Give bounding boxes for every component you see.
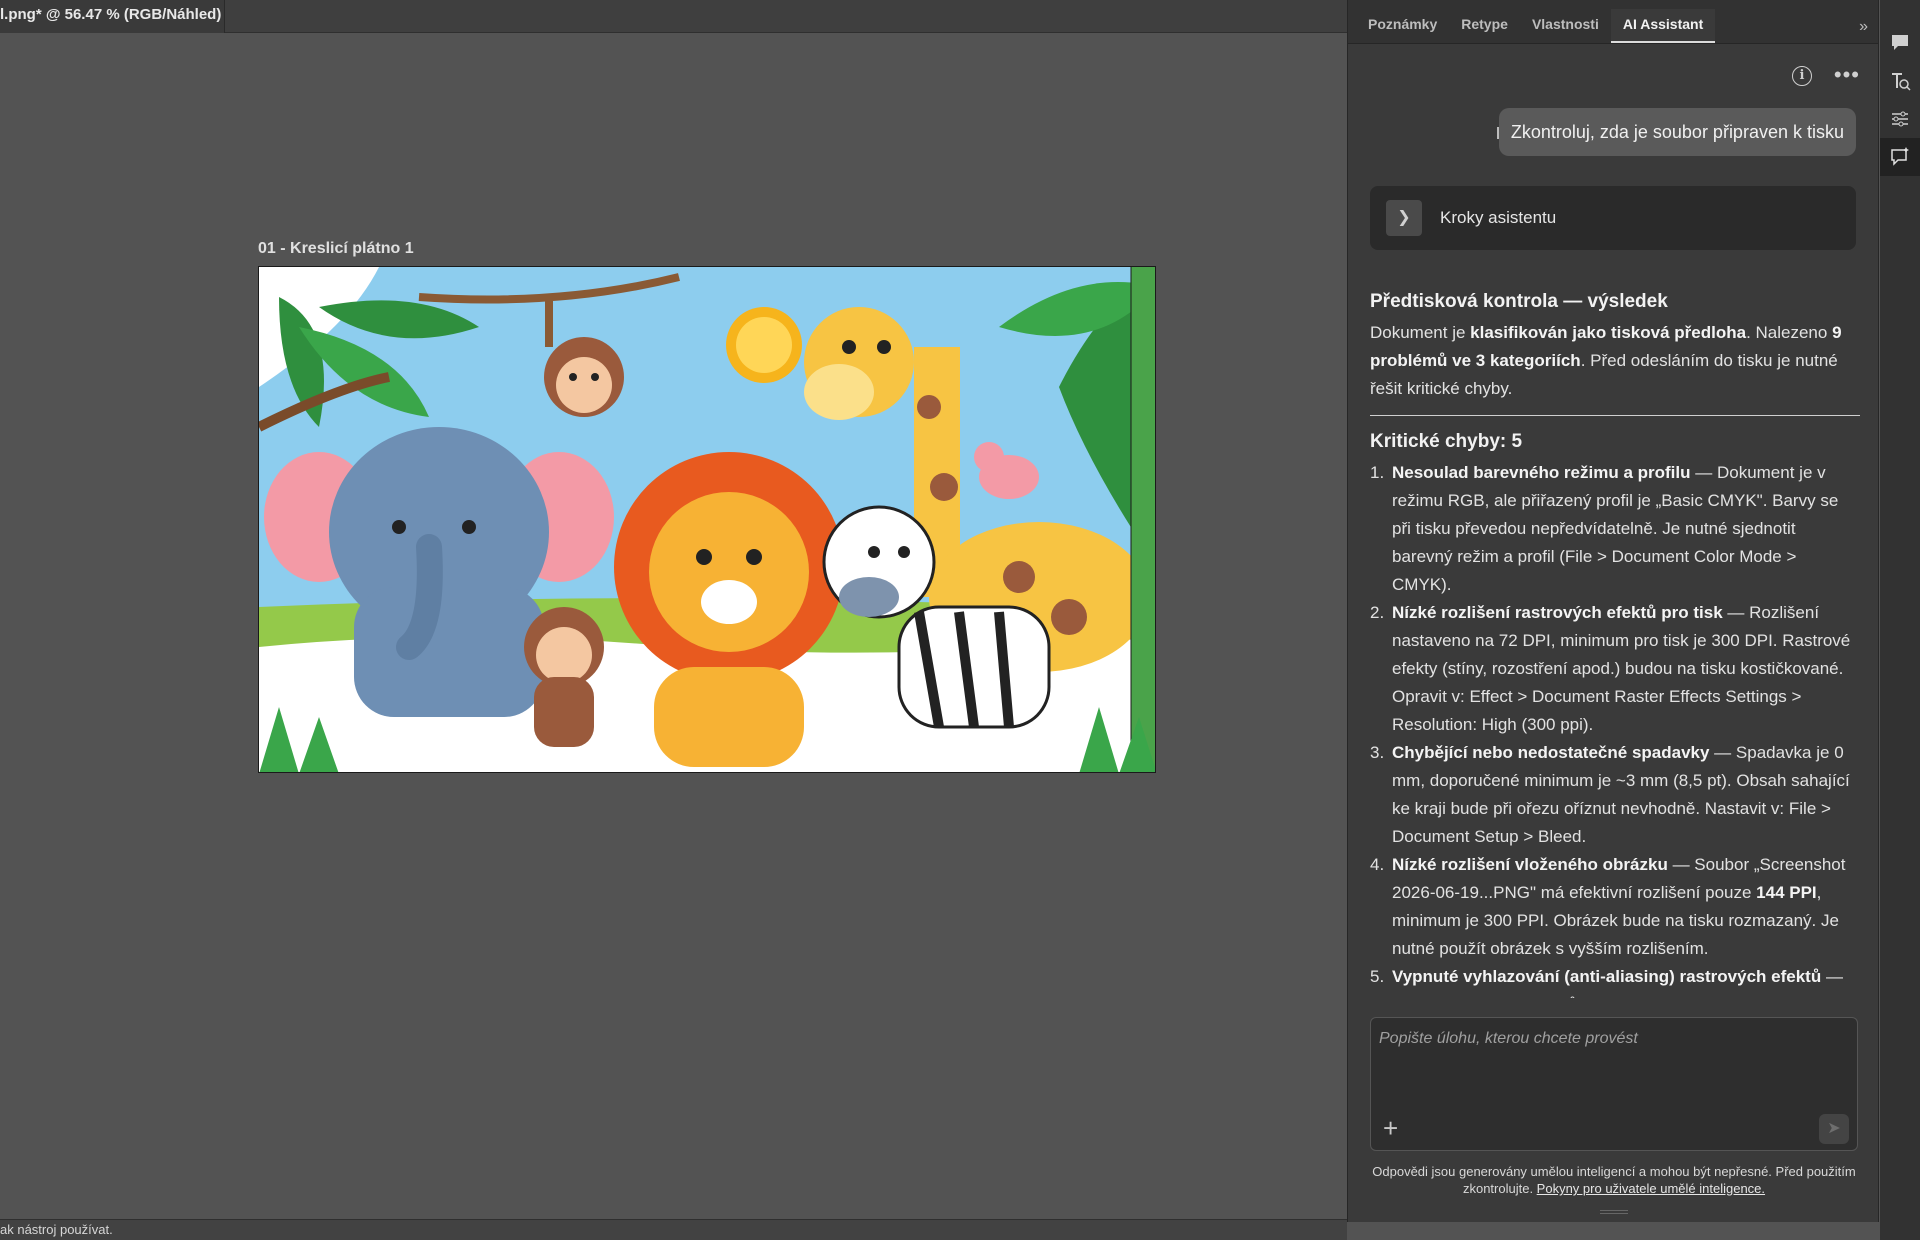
item-heading: Chybějící nebo nedostatečné spadavky bbox=[1392, 743, 1710, 762]
item-text: Nízké rozlišení vloženého obrázku — Soub… bbox=[1392, 851, 1860, 963]
item-body: — Dokument je v režimu RGB, ale přiřazen… bbox=[1392, 463, 1839, 594]
list-item: 3. Chybějící nebo nedostatečné spadavky —… bbox=[1370, 739, 1860, 851]
tab-vlastnosti[interactable]: Vlastnosti bbox=[1520, 9, 1611, 43]
ai-chat-sparkle-icon bbox=[1891, 147, 1909, 166]
divider bbox=[1370, 415, 1860, 416]
item-heading: Nízké rozlišení rastrových efektů pro ti… bbox=[1392, 603, 1723, 622]
assistant-response: Předtisková kontrola — výsledek Dokument… bbox=[1370, 288, 1860, 998]
item-number: 2. bbox=[1370, 603, 1385, 622]
critical-errors-list: 1. Nesoulad barevného režimu a profilu — … bbox=[1370, 459, 1860, 998]
right-toolbar bbox=[1880, 0, 1920, 1240]
list-item: 4. Nízké rozlišení vloženého obrázku — So… bbox=[1370, 851, 1860, 963]
tab-retype[interactable]: Retype bbox=[1449, 9, 1520, 43]
item-text: Nízké rozlišení rastrových efektů pro ti… bbox=[1392, 599, 1860, 739]
user-message-bubble: Zkontroluj, zda je soubor připraven k ti… bbox=[1498, 108, 1856, 156]
document-tab-title: l.png* @ 56.47 % (RGB/Náhled) bbox=[0, 6, 222, 23]
prompt-input[interactable] bbox=[1379, 1030, 1849, 1090]
item-text: Chybějící nebo nedostatečné spadavky — S… bbox=[1392, 739, 1860, 851]
send-button[interactable]: ➤ bbox=[1819, 1114, 1849, 1144]
item-number: 4. bbox=[1370, 855, 1385, 874]
sliders-icon bbox=[1892, 111, 1908, 127]
item-number: 1. bbox=[1370, 463, 1385, 482]
list-item: 5. Vypnuté vyhlazování (anti-aliasing) ra… bbox=[1370, 963, 1860, 998]
item-number: 5. bbox=[1370, 967, 1385, 986]
item-heading: Nízké rozlišení vloženého obrázku bbox=[1392, 855, 1668, 874]
list-item: 1. Nesoulad barevného režimu a profilu — … bbox=[1370, 459, 1860, 599]
artboard-canvas[interactable] bbox=[258, 266, 1156, 773]
ai-guidelines-link[interactable]: Pokyny pro uživatele umělé inteligence. bbox=[1537, 1181, 1765, 1196]
collapse-panel-icon[interactable]: » bbox=[1859, 18, 1868, 36]
retype-icon[interactable] bbox=[1880, 62, 1920, 100]
item-body-bold: 144 PPI bbox=[1756, 883, 1817, 902]
document-tab[interactable]: l.png* @ 56.47 % (RGB/Náhled) bbox=[0, 0, 225, 33]
comments-icon[interactable] bbox=[1880, 24, 1920, 62]
more-options-icon[interactable]: ••• bbox=[1834, 62, 1860, 88]
critical-errors-title: Kritické chyby: 5 bbox=[1370, 431, 1523, 452]
tab-ai-assistant[interactable]: AI Assistant bbox=[1610, 9, 1716, 43]
item-text: Nesoulad barevného režimu a profilu — Do… bbox=[1392, 459, 1860, 599]
status-text: ak nástroj používat. bbox=[0, 1222, 113, 1237]
ai-assistant-panel: Poznámky Retype Vlastnosti AI Assistant … bbox=[1347, 0, 1879, 1222]
panel-tab-bar: Poznámky Retype Vlastnosti AI Assistant … bbox=[1348, 0, 1878, 44]
comment-bubble-icon bbox=[1892, 35, 1908, 50]
jungle-animals-illustration bbox=[259, 267, 1155, 772]
tab-bar bbox=[225, 0, 1347, 33]
item-text: Vypnuté vyhlazování (anti-aliasing) rast… bbox=[1392, 963, 1860, 998]
properties-icon[interactable] bbox=[1880, 100, 1920, 138]
result-title: Předtisková kontrola — výsledek bbox=[1370, 291, 1668, 312]
item-body: — Rozlišení nastaveno na 72 DPI, minimum… bbox=[1392, 603, 1851, 734]
item-number: 3. bbox=[1370, 743, 1385, 762]
summary-text: Dokument je bbox=[1370, 323, 1471, 342]
assistant-steps-toggle[interactable]: ❯ Kroky asistentu bbox=[1370, 186, 1856, 250]
panel-actions: i ••• bbox=[1348, 44, 1878, 108]
user-message-row: Zkontroluj, zda je soubor připraven k ti… bbox=[1348, 108, 1878, 186]
info-icon[interactable]: i bbox=[1792, 66, 1812, 86]
ai-disclaimer: Odpovědi jsou generovány umělou intelige… bbox=[1370, 1163, 1858, 1197]
ai-assistant-icon[interactable] bbox=[1880, 138, 1920, 176]
summary-text: . Nalezeno bbox=[1746, 323, 1833, 342]
result-summary: Dokument je klasifikován jako tisková př… bbox=[1370, 319, 1860, 403]
assistant-steps-label: Kroky asistentu bbox=[1440, 208, 1557, 227]
list-item: 2. Nízké rozlišení rastrových efektů pro … bbox=[1370, 599, 1860, 739]
tab-poznamky[interactable]: Poznámky bbox=[1356, 9, 1449, 43]
prompt-input-box: + ➤ bbox=[1370, 1017, 1858, 1151]
artboard-label: 01 - Kreslicí plátno 1 bbox=[258, 240, 414, 257]
chevron-right-icon: ❯ bbox=[1386, 200, 1422, 236]
add-attachment-button[interactable]: + bbox=[1383, 1115, 1398, 1141]
status-bar: ak nástroj používat. bbox=[0, 1219, 1347, 1240]
item-heading: Nesoulad barevného režimu a profilu bbox=[1392, 463, 1691, 482]
resize-grip[interactable] bbox=[1600, 1210, 1628, 1214]
text-search-icon bbox=[1892, 73, 1911, 91]
item-heading: Vypnuté vyhlazování (anti-aliasing) rast… bbox=[1392, 967, 1822, 986]
summary-bold: klasifikován jako tisková předloha bbox=[1470, 323, 1747, 342]
